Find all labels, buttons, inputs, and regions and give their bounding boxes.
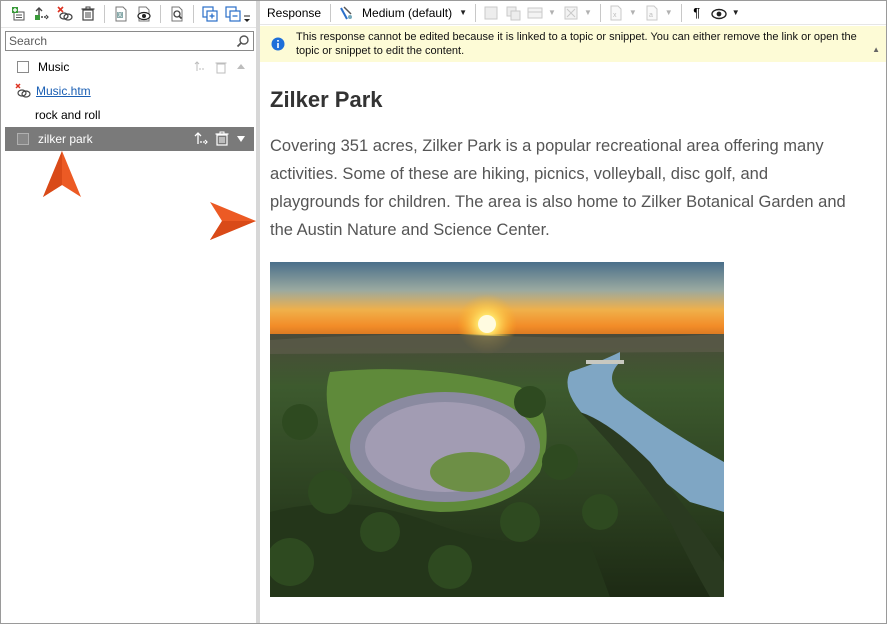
body-paragraph: Covering 351 acres, Zilker Park is a pop…: [270, 137, 846, 239]
callout-arrow-up-icon: [41, 149, 83, 202]
left-toolbar: X: [1, 1, 256, 28]
toolbar-separator: [475, 3, 477, 22]
expand-arrow-icon[interactable]: [236, 135, 246, 143]
toolbar-separator: [330, 3, 332, 22]
scroll-up-icon[interactable]: ▲: [872, 45, 880, 54]
zilker-park-photo: [270, 262, 724, 597]
paste-icon[interactable]: [223, 4, 243, 24]
toolbar-separator: [160, 5, 161, 23]
find-icon[interactable]: [167, 4, 187, 24]
delete-icon[interactable]: [214, 131, 230, 147]
toolbar-overflow-icon[interactable]: [242, 11, 252, 23]
tree-item-music[interactable]: Music: [5, 55, 254, 79]
callout-arrow-right-icon: [208, 200, 258, 245]
chevron-down-icon[interactable]: ▼: [459, 8, 467, 17]
delete-icon[interactable]: [214, 60, 228, 74]
response-content: Zilker Park Covering 351 acres, Zilker P…: [270, 87, 860, 597]
pilcrow-icon[interactable]: ¶: [687, 3, 707, 23]
svg-text:x: x: [613, 12, 617, 19]
tree-item-checkbox[interactable]: [17, 61, 29, 73]
chevron-down-icon[interactable]: ▼: [629, 8, 637, 17]
import-icon[interactable]: X: [111, 4, 131, 24]
tree-item-label: rock and roll: [35, 108, 101, 122]
editor-toolbar: Response Medium (default) ▼ ▼ ▼ x ▼ a ▼: [260, 1, 886, 25]
svg-text:X: X: [118, 13, 122, 19]
response-tree: Music Music.htm rock and roll zilker par…: [5, 55, 254, 151]
chevron-down-icon[interactable]: ▼: [732, 8, 740, 17]
tree-item-zilker-park[interactable]: zilker park: [5, 127, 254, 151]
toolbar-separator: [193, 5, 194, 23]
response-button[interactable]: Response: [263, 6, 325, 20]
unlink-icon[interactable]: [55, 4, 75, 24]
info-bar: This response cannot be edited because i…: [260, 26, 886, 62]
page-title: Zilker Park: [270, 87, 383, 112]
toolbar-separator: [680, 3, 682, 22]
table-icon[interactable]: [525, 3, 545, 23]
editor-pane: Response Medium (default) ▼ ▼ ▼ x ▼ a ▼: [210, 1, 886, 623]
delete-icon[interactable]: [78, 4, 98, 24]
tree-item-rock-and-roll[interactable]: rock and roll: [5, 103, 254, 127]
tree-item-link[interactable]: Music.htm: [36, 84, 91, 98]
insert-image-icon[interactable]: [481, 3, 501, 23]
copy-icon[interactable]: [200, 4, 220, 24]
info-icon: [260, 26, 296, 62]
info-message: This response cannot be edited because i…: [296, 31, 857, 57]
add-topic-icon[interactable]: [9, 4, 29, 24]
chevron-down-icon[interactable]: ▼: [665, 8, 673, 17]
search-box: [5, 31, 254, 51]
search-input[interactable]: [6, 32, 233, 50]
insert-response-icon[interactable]: [32, 4, 52, 24]
insert-response-icon[interactable]: [193, 60, 207, 74]
text-formatting-icon[interactable]: [336, 3, 356, 23]
toolbar-separator: [599, 3, 601, 22]
tree-item-checkbox[interactable]: [17, 133, 29, 145]
tree-item-label: zilker park: [38, 132, 93, 146]
chevron-down-icon[interactable]: ▼: [584, 8, 592, 17]
tree-item-label: Music: [38, 60, 70, 74]
text-style-icon[interactable]: a: [642, 3, 662, 23]
view-icon[interactable]: [709, 3, 729, 23]
chevron-down-icon[interactable]: ▼: [548, 8, 556, 17]
linked-topic-icon: [15, 83, 31, 99]
size-select[interactable]: Medium (default): [358, 6, 456, 20]
insert-copy-icon[interactable]: [503, 3, 523, 23]
svg-text:a: a: [649, 12, 653, 19]
link-icon[interactable]: [561, 3, 581, 23]
topics-pane: X Music: [1, 1, 256, 623]
preview-icon[interactable]: [134, 4, 154, 24]
document-icon[interactable]: x: [606, 3, 626, 23]
toolbar-separator: [104, 5, 105, 23]
insert-response-icon[interactable]: [193, 131, 209, 147]
tree-item-music-htm[interactable]: Music.htm: [5, 79, 254, 103]
search-icon[interactable]: [233, 32, 253, 50]
collapse-arrow-icon[interactable]: [236, 62, 246, 70]
